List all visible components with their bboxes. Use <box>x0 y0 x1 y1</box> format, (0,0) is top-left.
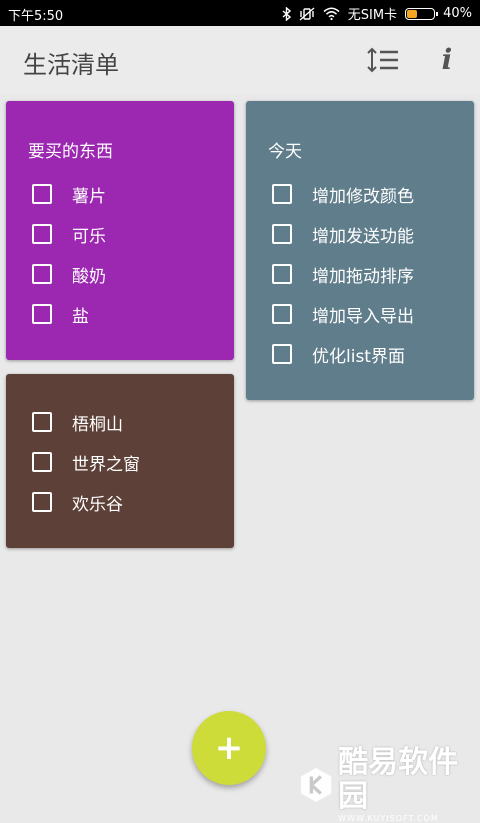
checkbox[interactable] <box>272 344 292 364</box>
item-label: 可乐 <box>72 226 106 247</box>
list-item[interactable]: 盐 <box>32 294 224 334</box>
app-title: 生活清单 <box>23 51 119 79</box>
item-label: 酸奶 <box>72 266 106 287</box>
checklist: 薯片 可乐 酸奶 盐 <box>32 174 224 334</box>
checkbox[interactable] <box>272 264 292 284</box>
watermark-url: WWW.KUYISOFT.COM <box>338 814 439 823</box>
status-time: 下午5:50 <box>8 9 64 24</box>
list-card-today[interactable]: 今天 增加修改颜色 增加发送功能 增加拖动排序 增加导入导出 优化list界面 <box>246 101 474 400</box>
checkbox[interactable] <box>32 412 52 432</box>
list-item[interactable]: 增加发送功能 <box>272 214 464 254</box>
card-title: 要买的东西 <box>28 142 113 162</box>
checklist: 梧桐山 世界之窗 欢乐谷 <box>32 402 224 522</box>
checklist: 增加修改颜色 增加发送功能 增加拖动排序 增加导入导出 优化list界面 <box>272 174 464 374</box>
status-icons: 无SIM卡 40% <box>282 4 472 23</box>
checkbox[interactable] <box>32 452 52 472</box>
list-item[interactable]: 增加导入导出 <box>272 294 464 334</box>
app-bar: 生活清单 i <box>0 26 480 94</box>
list-item[interactable]: 增加拖动排序 <box>272 254 464 294</box>
add-list-button[interactable]: + <box>192 711 266 785</box>
checkbox[interactable] <box>32 224 52 244</box>
list-item[interactable]: 酸奶 <box>32 254 224 294</box>
checkbox[interactable] <box>32 264 52 284</box>
sort-icon <box>367 47 398 73</box>
battery-fill <box>407 9 417 18</box>
checkbox[interactable] <box>272 224 292 244</box>
vibrate-icon <box>299 6 315 21</box>
sort-button[interactable] <box>364 44 404 78</box>
item-label: 世界之窗 <box>72 454 140 475</box>
checkbox[interactable] <box>32 492 52 512</box>
list-item[interactable]: 梧桐山 <box>32 402 224 442</box>
checkbox[interactable] <box>32 304 52 324</box>
item-label: 薯片 <box>72 186 106 207</box>
bluetooth-icon <box>282 6 291 21</box>
info-button[interactable]: i <box>432 40 462 80</box>
list-item[interactable]: 增加修改颜色 <box>272 174 464 214</box>
list-card-shopping[interactable]: 要买的东西 薯片 可乐 酸奶 盐 <box>6 101 234 360</box>
item-label: 盐 <box>72 306 89 327</box>
checkbox[interactable] <box>272 304 292 324</box>
carrier-label: 无SIM卡 <box>347 8 398 23</box>
watermark-logo-icon <box>300 767 332 802</box>
checkbox[interactable] <box>272 184 292 204</box>
card-title: 今天 <box>268 142 302 162</box>
list-card-places[interactable]: 梧桐山 世界之窗 欢乐谷 <box>6 374 234 548</box>
item-label: 欢乐谷 <box>72 494 123 515</box>
item-label: 增加修改颜色 <box>312 186 414 207</box>
item-label: 梧桐山 <box>72 414 123 435</box>
list-item[interactable]: 可乐 <box>32 214 224 254</box>
watermark-text: 酷易软件园 <box>338 745 459 814</box>
status-bar: 下午5:50 无SIM卡 40% <box>0 0 480 26</box>
item-label: 增加拖动排序 <box>312 266 414 287</box>
list-item[interactable]: 欢乐谷 <box>32 482 224 522</box>
plus-icon: + <box>214 728 244 768</box>
watermark: 酷易软件园 WWW.KUYISOFT.COM <box>300 746 480 823</box>
battery-icon <box>405 7 439 20</box>
list-item[interactable]: 薯片 <box>32 174 224 214</box>
item-label: 优化list界面 <box>312 346 405 367</box>
wifi-icon <box>323 7 340 20</box>
battery-percent: 40% <box>443 6 472 21</box>
item-label: 增加发送功能 <box>312 226 414 247</box>
list-item[interactable]: 优化list界面 <box>272 334 464 374</box>
list-item[interactable]: 世界之窗 <box>32 442 224 482</box>
checkbox[interactable] <box>32 184 52 204</box>
info-icon: i <box>441 43 453 76</box>
item-label: 增加导入导出 <box>312 306 414 327</box>
